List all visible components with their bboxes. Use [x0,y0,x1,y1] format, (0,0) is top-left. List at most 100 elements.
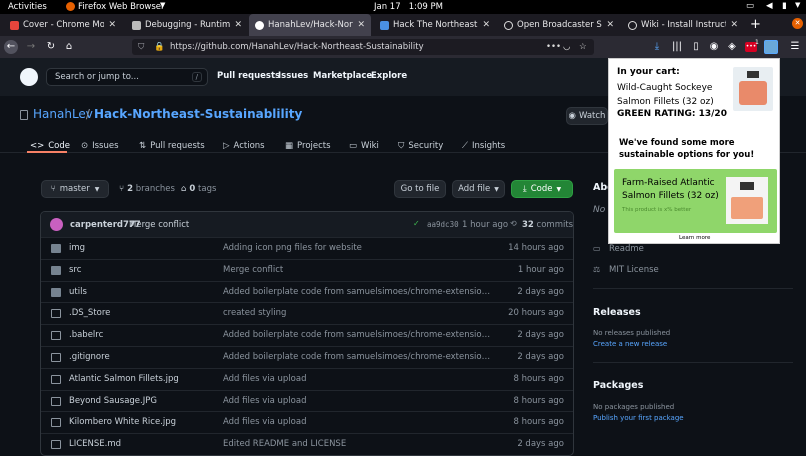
file-name[interactable]: utils [69,287,87,297]
commit-message[interactable]: Edited README and LICENSE [223,439,493,449]
clock[interactable]: Jan 17 1:09 PM [374,2,443,12]
close-tab-icon[interactable]: ✕ [108,20,116,30]
close-tab-icon[interactable]: ✕ [357,20,365,30]
commit-message[interactable]: Add files via upload [223,396,493,406]
home-icon[interactable]: ⌂ [62,40,76,54]
go-to-file-button[interactable]: Go to file [394,180,446,198]
alternative-product-card[interactable]: Farm-Raised Atlantic Salmon Fillets (32 … [614,169,777,233]
repo-name-link[interactable]: Hack-Northeast-Sustainablility [94,107,302,121]
close-tab-icon[interactable]: ✕ [234,20,242,30]
tags-link[interactable]: ⌂ 0 tags [181,184,216,194]
search-input[interactable]: Search or jump to... / [46,68,208,86]
tab-actions[interactable]: ▷ Actions [223,141,265,151]
file-name[interactable]: LICENSE.md [69,439,121,449]
pocket-icon[interactable]: ◡ [563,39,570,55]
commit-message[interactable]: Merge conflict [129,220,189,230]
learn-more-link[interactable]: Learn more [679,235,710,241]
hamburger-menu-icon[interactable]: ☰ [788,40,802,54]
table-row[interactable]: Kilombero White Rice.jpg Add files via up… [41,411,573,433]
table-row[interactable]: .DS_Store created styling 20 hours ago [41,302,573,324]
alternative-product-name[interactable]: Farm-Raised Atlantic Salmon Fillets (32 … [622,177,722,203]
sidebar-icon[interactable]: ▯ [689,40,703,54]
nav-marketplace[interactable]: Marketplace [313,71,372,81]
file-name[interactable]: src [69,265,81,275]
table-row[interactable]: img Adding icon png files for website 14 h… [41,237,573,259]
battery-icon[interactable]: ▮ [782,1,787,11]
shield-icon[interactable]: ⛉ [138,39,144,55]
back-icon[interactable]: ← [4,40,18,54]
browser-tab[interactable]: Wiki - Install Instruction ✕ [622,14,744,36]
nav-pull-requests[interactable]: Pull requests [217,71,280,81]
table-row[interactable]: LICENSE.md Edited README and LICENSE 2 day… [41,433,573,455]
tab-code[interactable]: <> Code [30,141,70,151]
nav-explore[interactable]: Explore [371,71,407,81]
browser-tab[interactable]: Debugging - Runtime / t ✕ [126,14,248,36]
forward-icon[interactable]: → [24,40,38,54]
commit-message[interactable]: created styling [223,308,493,318]
close-tab-icon[interactable]: ✕ [730,20,738,30]
license-link[interactable]: MIT License [609,265,659,275]
volume-icon[interactable]: ◀ [766,1,773,11]
commit-message[interactable]: Merge conflict [223,265,493,275]
file-name[interactable]: Kilombero White Rice.jpg [69,417,176,427]
releases-heading[interactable]: Releases [593,307,641,318]
table-row[interactable]: Atlantic Salmon Fillets.jpg Add files via… [41,367,573,390]
readme-link[interactable]: Readme [609,244,644,254]
table-row[interactable]: Beyond Sausage.JPG Add files via upload 8 … [41,389,573,412]
branch-select-button[interactable]: ⑂ master ▼ [41,180,109,198]
file-name[interactable]: .DS_Store [69,308,110,318]
close-window-icon[interactable]: ✕ [792,18,803,29]
table-row[interactable]: .babelrc Added boilerplate code from samu… [41,324,573,346]
tab-insights[interactable]: ⟋ Insights [462,141,505,151]
file-name[interactable]: Beyond Sausage.JPG [69,396,157,406]
window-icon[interactable]: ▭ [746,1,754,11]
library-icon[interactable]: ||| [670,40,684,54]
reload-icon[interactable]: ↻ [44,40,58,54]
file-name[interactable]: .gitignore [69,352,110,362]
commit-message[interactable]: Added boilerplate code from samuelsimoes… [223,287,493,297]
sustainability-extension-icon[interactable] [764,40,778,54]
commit-message[interactable]: Adding icon png files for website [223,243,493,253]
browser-tab[interactable]: Hack The Northeast: Bey ✕ [374,14,496,36]
close-tab-icon[interactable]: ✕ [606,20,614,30]
table-row[interactable]: .gitignore Added boilerplate code from sa… [41,346,573,368]
file-name[interactable]: img [69,243,85,253]
browser-tab[interactable]: Cover - Chrome Mock ✕ [4,14,122,36]
commit-message[interactable]: Add files via upload [223,417,493,427]
account-icon[interactable]: ◉ [707,40,721,54]
table-row[interactable]: utils Added boilerplate code from samuels… [41,280,573,303]
activities-button[interactable]: Activities [8,2,47,12]
create-release-link[interactable]: Create a new release [593,340,667,348]
watch-button[interactable]: ◉ Watch [566,107,608,125]
bookmark-star-icon[interactable]: ☆ [579,39,587,55]
nav-issues[interactable]: Issues [278,71,308,81]
app-menu[interactable]: Firefox Web Browser [78,2,165,12]
tab-security[interactable]: ⛉ Security [398,141,443,151]
extension-shield-icon[interactable]: ◈ [725,40,739,54]
page-actions-icon[interactable]: ••• [546,39,561,55]
commit-message[interactable]: Add files via upload [223,374,493,384]
packages-heading[interactable]: Packages [593,380,643,391]
branches-link[interactable]: ⑂ 2 branches [119,184,175,194]
commit-message[interactable]: Added boilerplate code from samuelsimoes… [223,352,493,362]
tab-projects[interactable]: ▦ Projects [285,141,331,151]
close-tab-icon[interactable]: ✕ [482,20,490,30]
file-name[interactable]: Atlantic Salmon Fillets.jpg [69,374,179,384]
system-menu-icon[interactable]: ▼ [795,1,800,9]
tab-pull-requests[interactable]: ⇅ Pull requests [139,141,205,151]
tab-issues[interactable]: ⊙ Issues [81,141,119,151]
browser-tab[interactable]: Open Broadcaster Softw ✕ [498,14,620,36]
commit-message[interactable]: Added boilerplate code from samuelsimoes… [223,330,493,340]
url-text[interactable]: https://github.com/HanahLev/Hack-Northea… [170,39,424,55]
new-tab-icon[interactable]: + [750,17,761,32]
commits-link[interactable]: 32 commits [522,220,573,230]
avatar[interactable] [50,218,63,231]
download-icon[interactable]: ⤓ [650,40,664,54]
table-row[interactable]: src Merge conflict 1 hour ago [41,258,573,281]
commit-hash[interactable]: aa9dc30 [427,220,459,229]
github-logo-icon[interactable] [20,68,38,86]
add-file-button[interactable]: Add file ▼ [452,180,505,198]
tab-wiki[interactable]: ▭ Wiki [349,141,379,151]
browser-tab-active[interactable]: HanahLev/Hack-Northea ✕ [249,14,371,36]
file-name[interactable]: .babelrc [69,330,103,340]
